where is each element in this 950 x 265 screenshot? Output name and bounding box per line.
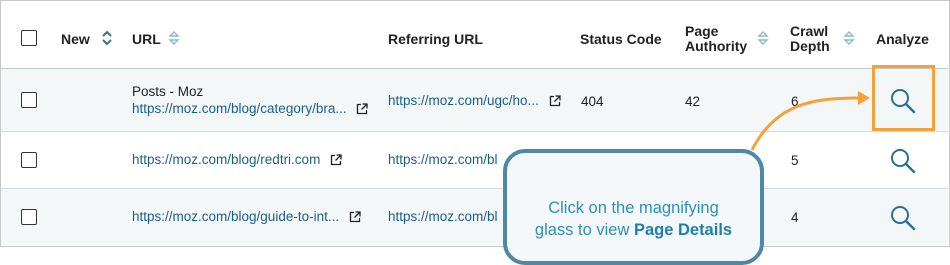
callout-line2-bold: Page Details	[633, 221, 733, 239]
callout-bubble: Click on the magnifying glass to view Pa…	[503, 149, 764, 265]
callout-line2: glass to view Page Details	[507, 219, 760, 241]
callout-line1: Click on the magnifying	[548, 199, 719, 217]
callout-text: Click on the magnifying glass to view Pa…	[507, 197, 760, 241]
callout-arrow	[750, 91, 870, 151]
callout-line2-prefix: glass to view	[534, 221, 634, 239]
